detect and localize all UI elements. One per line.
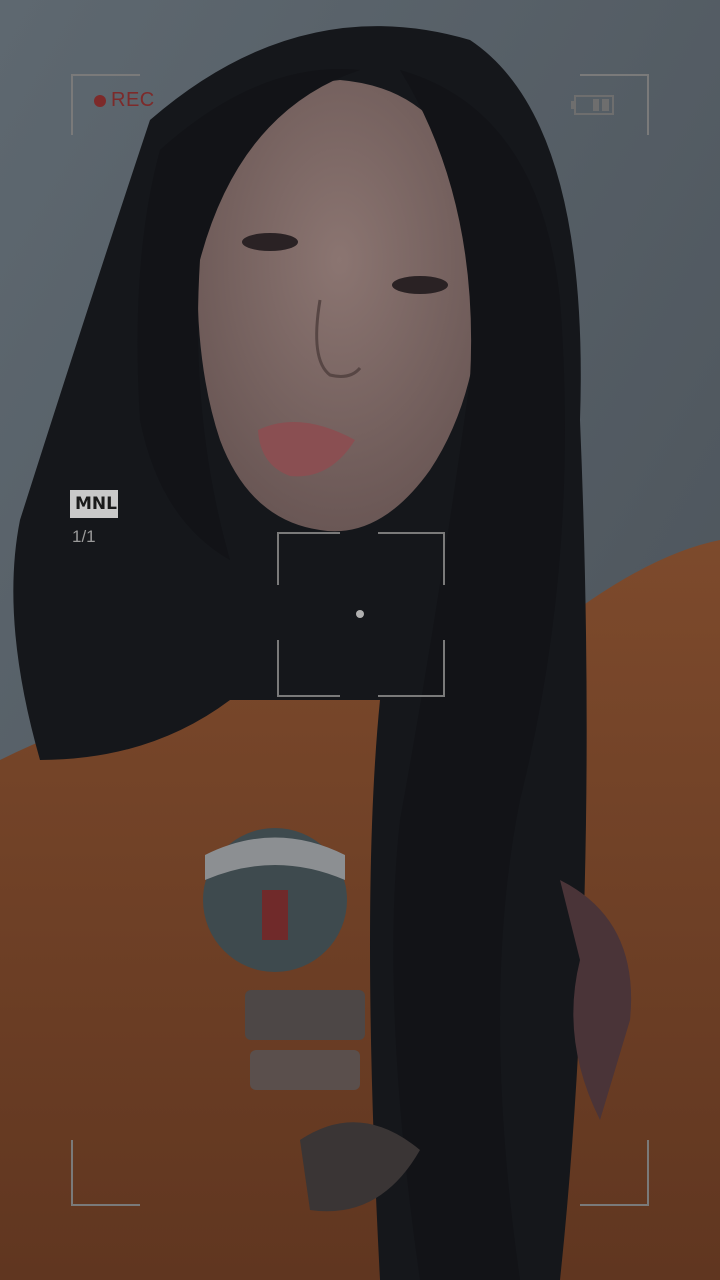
camera-viewfinder: REC MNL 1/1 [0, 0, 720, 1280]
rec-label: REC [111, 89, 155, 111]
hud-layer: REC MNL 1/1 [0, 0, 720, 1280]
rec-indicator: REC [94, 89, 155, 112]
mode-badge: MNL [70, 490, 118, 518]
frame-counter: 1/1 [72, 527, 96, 546]
battery-icon [571, 95, 614, 115]
record-dot-icon [94, 94, 106, 107]
